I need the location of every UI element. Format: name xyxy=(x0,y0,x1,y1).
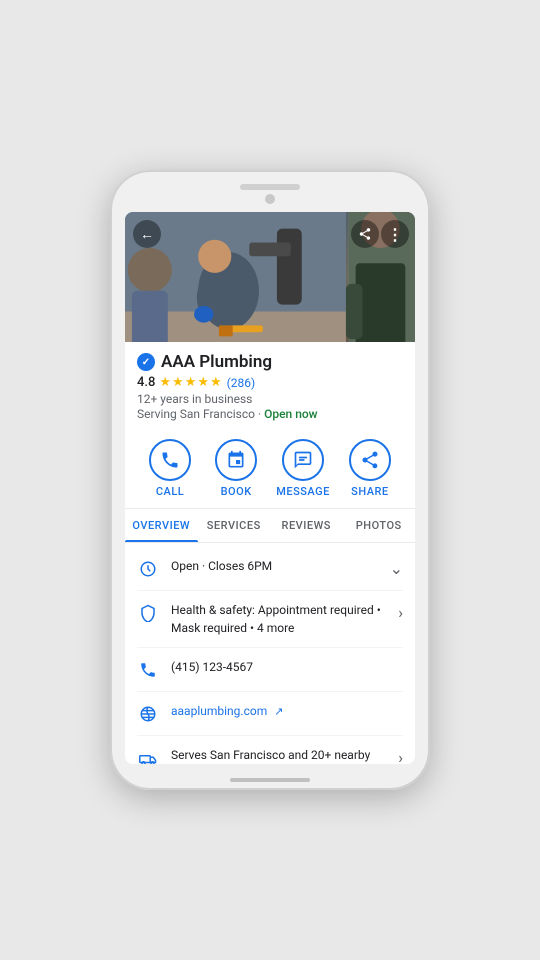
content-area: ✓ AAA Plumbing 4.8 ★★★★★ (286) 12+ years… xyxy=(125,342,415,764)
share-icon-circle xyxy=(349,439,391,481)
call-icon-circle xyxy=(149,439,191,481)
more-button[interactable]: ⋮ xyxy=(381,220,409,248)
screen: ← ⋮ ✓ AAA Plumbing xyxy=(125,212,415,764)
service-area-row[interactable]: Serves San Francisco and 20+ nearby area… xyxy=(137,736,403,764)
rating-number: 4.8 xyxy=(137,375,155,390)
phone-icon xyxy=(160,450,180,470)
verified-icon: ✓ xyxy=(137,353,155,371)
tab-services[interactable]: SERVICES xyxy=(198,509,271,542)
call-button[interactable]: CALL xyxy=(144,439,196,498)
phone-shell: ← ⋮ ✓ AAA Plumbing xyxy=(110,170,430,790)
phone-camera xyxy=(265,194,275,204)
truck-icon xyxy=(137,747,159,764)
external-link-icon: ↗ xyxy=(274,705,283,718)
rating-stars: ★★★★★ xyxy=(159,375,222,390)
business-name-row: ✓ AAA Plumbing xyxy=(137,352,403,372)
hours-text: Open · Closes 6PM xyxy=(171,557,378,575)
message-icon xyxy=(293,450,313,470)
years-in-business: 12+ years in business xyxy=(137,392,403,406)
hours-row[interactable]: Open · Closes 6PM ⌄ xyxy=(137,547,403,591)
tab-overview[interactable]: OVERVIEW xyxy=(125,509,198,542)
service-area-text: Serves San Francisco and 20+ nearby area… xyxy=(171,746,386,764)
tab-reviews[interactable]: REVIEWS xyxy=(270,509,343,542)
phone-info-icon xyxy=(137,659,159,681)
message-button[interactable]: MESSAGE xyxy=(276,439,330,498)
health-safety-text: Health & safety: Appointment required • … xyxy=(171,601,386,637)
phone-home-indicator xyxy=(230,778,310,782)
share-icon xyxy=(358,227,372,241)
website-text: aaaplumbing.com ↗ xyxy=(171,702,403,721)
location-text: Serving San Francisco xyxy=(137,407,255,421)
open-status: Open now xyxy=(264,407,318,421)
info-section: Open · Closes 6PM ⌄ Health & safety: App… xyxy=(137,543,403,764)
website-row[interactable]: aaaplumbing.com ↗ xyxy=(137,692,403,736)
share-action-icon xyxy=(360,450,380,470)
phone-row[interactable]: (415) 123-4567 xyxy=(137,648,403,692)
phone-text: (415) 123-4567 xyxy=(171,658,403,676)
back-button[interactable]: ← xyxy=(133,220,161,248)
share-action-button[interactable]: SHARE xyxy=(344,439,396,498)
tabs: OVERVIEW SERVICES REVIEWS PHOTOS xyxy=(125,509,415,543)
calendar-icon xyxy=(226,450,246,470)
globe-icon xyxy=(137,703,159,725)
rating-row: 4.8 ★★★★★ (286) xyxy=(137,375,403,390)
clock-icon xyxy=(137,558,159,580)
hero-image: ← ⋮ xyxy=(125,212,415,342)
tab-photos[interactable]: PHOTOS xyxy=(343,509,416,542)
phone-speaker xyxy=(240,184,300,190)
health-safety-chevron: › xyxy=(398,603,403,622)
service-area-chevron: › xyxy=(398,748,403,764)
hours-chevron: ⌄ xyxy=(390,559,403,578)
book-icon-circle xyxy=(215,439,257,481)
message-label: MESSAGE xyxy=(276,485,330,498)
hero-share-button[interactable] xyxy=(351,220,379,248)
book-button[interactable]: BOOK xyxy=(210,439,262,498)
share-label: SHARE xyxy=(351,485,389,498)
review-count[interactable]: (286) xyxy=(227,376,256,390)
action-buttons: CALL BOOK xyxy=(125,431,415,509)
status-row: Serving San Francisco · Open now xyxy=(137,407,403,421)
back-icon: ← xyxy=(140,226,154,243)
call-label: CALL xyxy=(156,485,184,498)
message-icon-circle xyxy=(282,439,324,481)
more-icon: ⋮ xyxy=(387,225,403,244)
business-name: AAA Plumbing xyxy=(161,352,272,372)
health-safety-row[interactable]: Health & safety: Appointment required • … xyxy=(137,591,403,648)
shield-icon xyxy=(137,602,159,624)
book-label: BOOK xyxy=(221,485,252,498)
